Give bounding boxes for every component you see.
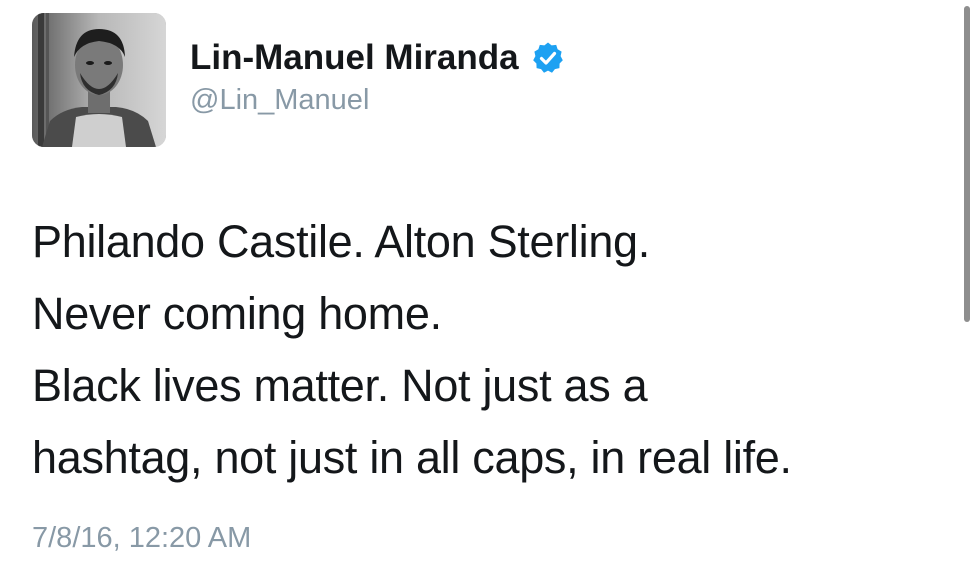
user-handle[interactable]: @Lin_Manuel — [190, 82, 369, 118]
scrollbar[interactable] — [964, 6, 970, 322]
tweet-text-line: hashtag, not just in all caps, in real l… — [32, 432, 792, 483]
tweet-text-line: Philando Castile. Alton Sterling. — [32, 216, 650, 267]
display-name[interactable]: Lin-Manuel Miranda — [190, 36, 519, 80]
tweet-text-line: Black lives matter. Not just as a — [32, 360, 648, 411]
tweet-card: Lin-Manuel Miranda @Lin_Manuel Philando … — [0, 0, 980, 580]
tweet-timestamp[interactable]: 7/8/16, 12:20 AM — [32, 516, 251, 560]
verified-badge-icon — [531, 41, 565, 75]
tweet-text: Philando Castile. Alton Sterling. Never … — [32, 206, 932, 494]
avatar-photo — [32, 13, 166, 147]
avatar[interactable] — [32, 13, 166, 147]
tweet-text-line: Never coming home. — [32, 288, 442, 339]
author-name-row[interactable]: Lin-Manuel Miranda — [190, 36, 565, 80]
